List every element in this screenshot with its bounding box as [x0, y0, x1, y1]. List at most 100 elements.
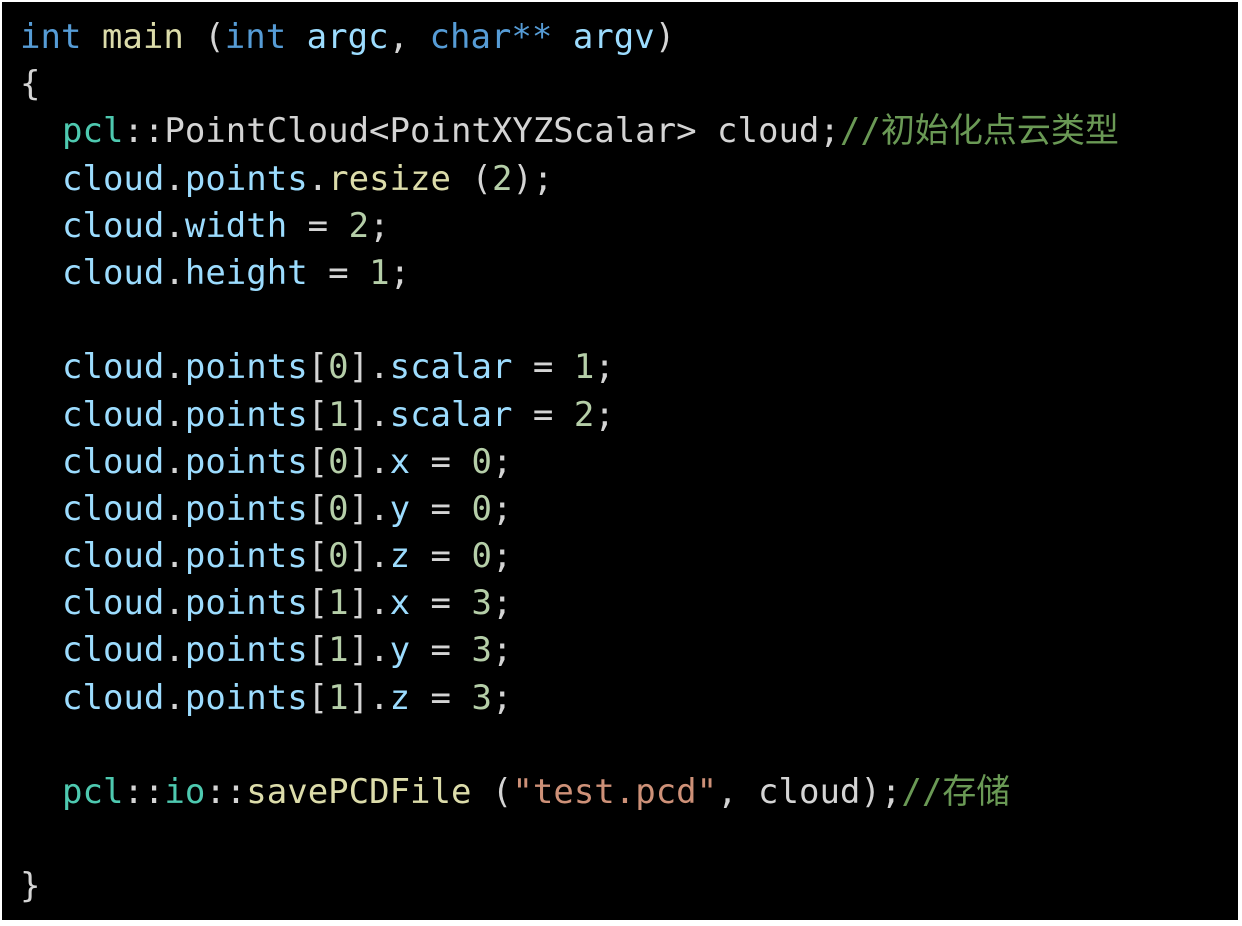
code-line-resize: cloud.points.resize (2); — [20, 156, 1119, 203]
paren-close: ) — [654, 17, 676, 57]
number-literal: 0 — [471, 488, 492, 529]
param-argc: argc — [306, 17, 389, 57]
scope-separator: :: — [123, 772, 165, 812]
field-points: points — [184, 394, 308, 435]
dot: . — [164, 441, 185, 482]
namespace-pcl: pcl — [62, 772, 124, 812]
equals: = — [512, 394, 574, 435]
number-literal: 0 — [471, 536, 492, 577]
var-cloud: cloud — [62, 630, 165, 671]
dot: . — [164, 583, 185, 624]
index-literal: 0 — [328, 441, 349, 482]
method-resize: resize — [328, 158, 451, 199]
dot: . — [164, 347, 185, 388]
bracket-open: [ — [307, 630, 329, 671]
field-width: width — [184, 205, 288, 246]
equals: = — [287, 205, 349, 246]
code-editor[interactable]: int main (int argc, char** argv){pcl::Po… — [2, 2, 1238, 920]
dot: . — [164, 536, 185, 577]
field-name: scalar — [389, 394, 513, 435]
var-cloud: cloud — [62, 488, 165, 529]
call-args: , cloud); — [717, 772, 902, 812]
field-points: points — [184, 441, 308, 482]
code-line-assignment: cloud.points[1].x = 3; — [20, 580, 1119, 627]
dot: . — [164, 205, 185, 246]
param-argv: argv — [572, 17, 655, 57]
code-line-assignment: cloud.points[0].scalar = 1; — [20, 344, 1119, 391]
dot: . — [164, 252, 185, 293]
field-points: points — [184, 677, 308, 718]
equals: = — [512, 347, 574, 388]
field-points: points — [184, 583, 308, 624]
field-name: y — [389, 488, 411, 529]
bracket-close: ]. — [348, 441, 390, 482]
semicolon: ; — [491, 488, 513, 529]
field-points: points — [184, 630, 308, 671]
code-line-assignment: cloud.points[0].y = 0; — [20, 486, 1119, 533]
code-line-assignment: cloud.points[0].z = 0; — [20, 533, 1119, 580]
field-points: points — [184, 488, 308, 529]
code-line-brace-open: { — [20, 61, 1119, 108]
var-cloud: cloud — [62, 252, 165, 293]
field-name: x — [389, 441, 411, 482]
comma: , — [388, 17, 430, 57]
index-literal: 0 — [328, 347, 349, 388]
semicolon: ; — [491, 677, 513, 718]
code-block: int main (int argc, char** argv){pcl::Po… — [20, 14, 1119, 911]
field-name: z — [389, 536, 411, 577]
dot: . — [164, 158, 185, 199]
bracket-close: ]. — [348, 583, 390, 624]
var-cloud: cloud — [62, 394, 165, 435]
equals: = — [410, 536, 472, 577]
equals: = — [410, 441, 472, 482]
field-name: y — [389, 630, 411, 671]
equals: = — [307, 252, 370, 293]
equals: = — [410, 583, 472, 624]
code-line-assignment: cloud.points[1].scalar = 2; — [20, 392, 1119, 439]
number-literal: 2 — [491, 158, 513, 199]
var-cloud: cloud — [62, 205, 165, 246]
bracket-open: [ — [307, 441, 329, 482]
paren-open: ( — [183, 17, 225, 57]
var-cloud: cloud — [62, 677, 165, 718]
paren-open: ( — [471, 772, 513, 812]
function-main: main — [101, 17, 184, 57]
number-literal: 3 — [471, 630, 492, 671]
var-cloud: cloud — [62, 536, 165, 577]
number-literal: 0 — [471, 441, 492, 482]
bracket-close: ]. — [348, 677, 390, 718]
dot: . — [307, 158, 329, 199]
semicolon: ; — [491, 441, 513, 482]
number-literal: 1 — [369, 252, 390, 293]
number-literal: 1 — [573, 347, 595, 388]
field-name: x — [389, 583, 411, 624]
dot: . — [164, 677, 185, 718]
bracket-close: ]. — [348, 394, 390, 435]
index-literal: 1 — [328, 630, 349, 671]
bracket-open: [ — [307, 488, 329, 529]
bracket-close: ]. — [348, 630, 390, 671]
keyword-int-param: int — [224, 17, 287, 57]
namespace-io: io — [164, 772, 206, 812]
field-points: points — [184, 536, 308, 577]
index-literal: 1 — [328, 677, 349, 718]
code-line-declaration: pcl::PointCloud<PointXYZScalar> cloud;//… — [20, 108, 1119, 155]
dot: . — [164, 630, 185, 671]
bracket-open: [ — [307, 536, 329, 577]
field-height: height — [184, 252, 308, 293]
semicolon: ; — [369, 205, 390, 246]
code-line-assignment: cloud.points[0].x = 0; — [20, 439, 1119, 486]
code-line-assignment: cloud.points[1].z = 3; — [20, 675, 1119, 722]
semicolon: ; — [491, 536, 513, 577]
declaration-text: ::PointCloud<PointXYZScalar> cloud; — [123, 111, 840, 152]
bracket-open: [ — [307, 583, 329, 624]
field-name: scalar — [389, 347, 513, 388]
index-literal: 0 — [328, 536, 349, 577]
dot: . — [164, 488, 185, 529]
brace-close: } — [20, 866, 41, 907]
bracket-close: ]. — [348, 488, 390, 529]
paren-close: ); — [512, 158, 554, 199]
code-line-save: pcl::io::savePCDFile ("test.pcd", cloud)… — [20, 769, 1119, 816]
